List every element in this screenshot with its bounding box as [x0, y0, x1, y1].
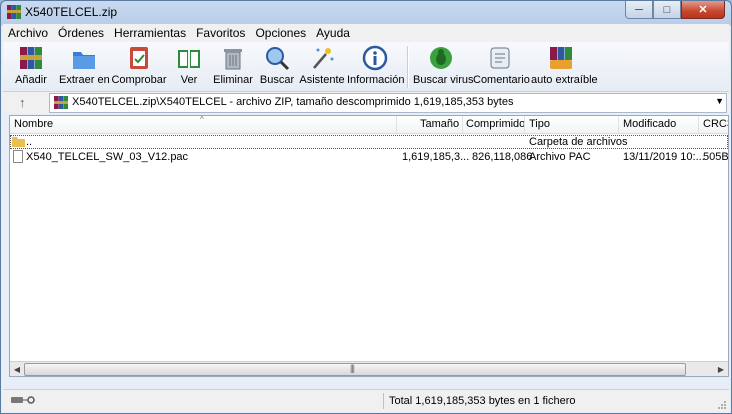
column-type[interactable]: Tipo	[529, 118, 550, 130]
comment-button[interactable]: Comentario	[473, 44, 530, 86]
row-size: 1,619,185,3...	[402, 151, 470, 163]
list-header: Nombre ^ Tamaño Comprimido Tipo Modifica…	[10, 116, 728, 134]
status-icons	[11, 395, 39, 408]
window-title: X540TELCEL.zip	[25, 5, 118, 19]
address-bar: ↑ X540TELCEL.zip\X540TELCEL - archivo ZI…	[3, 92, 729, 113]
find-button[interactable]: Buscar	[257, 44, 297, 86]
column-size[interactable]: Tamaño	[420, 118, 459, 130]
view-button[interactable]: Ver	[169, 44, 209, 86]
delete-button[interactable]: Eliminar	[211, 44, 255, 86]
view-book-icon	[178, 50, 200, 68]
sfx-button[interactable]: auto extraíble	[531, 44, 598, 86]
file-icon	[13, 150, 23, 163]
add-button[interactable]: Añadir	[11, 44, 51, 86]
menu-ordenes[interactable]: Órdenes	[53, 26, 109, 40]
scroll-thumb[interactable]: |||	[24, 363, 686, 376]
close-button[interactable]: ✕	[681, 1, 725, 19]
row-crc: 505BE	[703, 151, 729, 163]
test-checklist-icon	[130, 47, 148, 69]
menu-favoritos[interactable]: Favoritos	[191, 26, 250, 40]
column-packed[interactable]: Comprimido	[466, 118, 525, 130]
row-name: X540_TELCEL_SW_03_V12.pac	[26, 151, 189, 163]
add-archive-icon	[20, 47, 42, 69]
path-text: X540TELCEL.zip\X540TELCEL - archivo ZIP,…	[72, 96, 514, 108]
scroll-grip: |||	[350, 363, 355, 373]
winrar-app-icon	[7, 5, 21, 19]
list-item-parent[interactable]: .. Carpeta de archivos	[10, 135, 728, 149]
drive-key-icon[interactable]	[11, 395, 39, 405]
folder-icon	[12, 137, 25, 147]
window-controls: ─ □ ✕	[625, 1, 725, 19]
row-packed: 826,118,086	[472, 151, 533, 163]
trash-icon	[224, 49, 242, 70]
wizard-wand-icon	[313, 48, 334, 69]
column-modified[interactable]: Modificado	[623, 118, 676, 130]
magnifier-icon	[266, 47, 290, 71]
menu-opciones[interactable]: Opciones	[250, 26, 311, 40]
resize-grip-icon[interactable]	[717, 400, 727, 410]
status-text: Total 1,619,185,353 bytes en 1 fichero	[389, 395, 576, 407]
virus-scan-button[interactable]: Buscar virus	[413, 44, 474, 86]
extract-folder-icon	[73, 52, 95, 69]
toolbar: Añadir Extraer en Comprobar Ver Eliminar…	[3, 42, 729, 92]
info-button[interactable]: Información	[347, 44, 404, 86]
column-name[interactable]: Nombre	[14, 118, 53, 130]
status-bar: Total 1,619,185,353 bytes en 1 fichero	[3, 389, 729, 412]
sfx-archive-icon	[550, 47, 572, 69]
scroll-right-icon[interactable]: ▶	[714, 362, 728, 376]
row-name: ..	[26, 136, 33, 148]
title-bar[interactable]: X540TELCEL.zip ─ □ ✕	[1, 1, 731, 23]
scroll-left-icon[interactable]: ◀	[10, 362, 24, 376]
sort-arrow-icon: ^	[200, 115, 204, 124]
file-list: Nombre ^ Tamaño Comprimido Tipo Modifica…	[9, 115, 729, 377]
info-icon	[362, 45, 388, 71]
wizard-button[interactable]: Asistente	[299, 44, 345, 86]
comment-icon	[490, 47, 510, 69]
maximize-button[interactable]: □	[653, 1, 681, 19]
path-field[interactable]: X540TELCEL.zip\X540TELCEL - archivo ZIP,…	[49, 93, 727, 113]
row-type: Carpeta de archivos	[529, 136, 628, 148]
minimize-button[interactable]: ─	[625, 1, 653, 19]
list-item-file[interactable]: X540_TELCEL_SW_03_V12.pac 1,619,185,3...…	[10, 150, 728, 164]
menu-bar: Archivo Órdenes Herramientas Favoritos O…	[3, 24, 729, 42]
horizontal-scrollbar[interactable]: ◀ ||| ▶	[10, 361, 728, 376]
path-dropdown-icon[interactable]: ▼	[715, 96, 724, 106]
extract-button[interactable]: Extraer en	[59, 44, 110, 86]
up-folder-icon[interactable]: ↑	[19, 95, 26, 110]
virus-bug-icon	[430, 47, 452, 69]
toolbar-separator	[407, 46, 409, 88]
row-modified: 13/11/2019 10:...	[623, 151, 705, 163]
archive-icon	[54, 96, 68, 109]
column-crc[interactable]: CRC3	[703, 118, 728, 130]
menu-archivo[interactable]: Archivo	[3, 26, 53, 40]
row-type: Archivo PAC	[529, 151, 591, 163]
app-window: X540TELCEL.zip ─ □ ✕ Archivo Órdenes Her…	[0, 0, 732, 414]
menu-ayuda[interactable]: Ayuda	[311, 26, 355, 40]
test-button[interactable]: Comprobar	[111, 44, 167, 86]
menu-herramientas[interactable]: Herramientas	[109, 26, 191, 40]
